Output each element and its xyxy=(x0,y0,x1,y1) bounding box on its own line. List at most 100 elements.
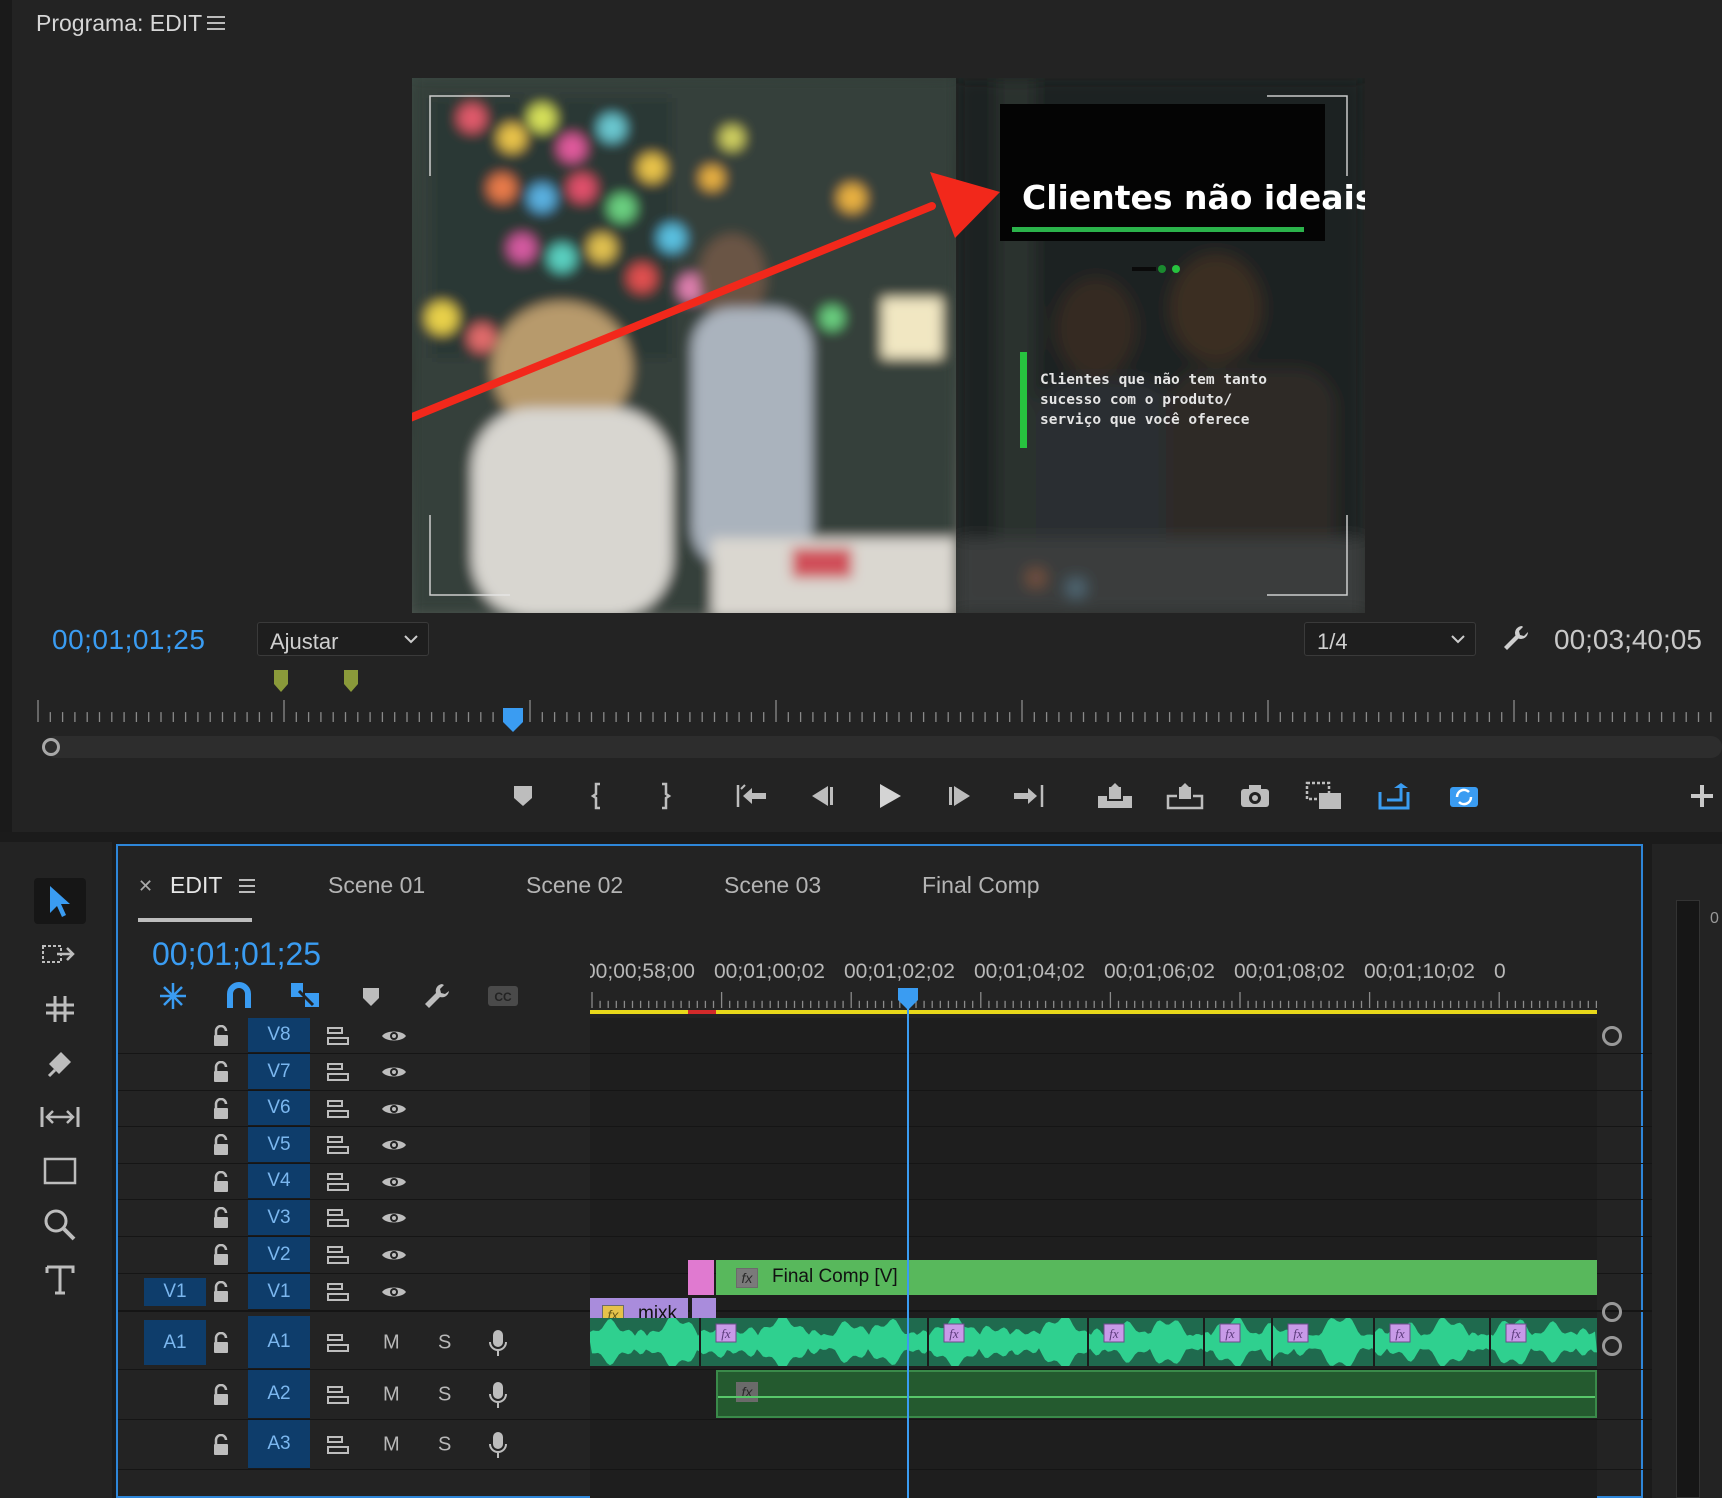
track-target-v7[interactable]: V7 xyxy=(248,1054,310,1090)
tab-scene-03[interactable]: Scene 03 xyxy=(724,872,821,899)
add-button-icon[interactable] xyxy=(1688,782,1716,810)
sync-lock-icon[interactable] xyxy=(326,1435,350,1455)
track-target-v2[interactable]: V2 xyxy=(248,1237,310,1273)
sync-lock-icon[interactable] xyxy=(326,1385,350,1405)
unlock-icon[interactable] xyxy=(212,1097,230,1120)
slip-tool[interactable] xyxy=(34,1094,86,1140)
mark-in-button[interactable] xyxy=(577,776,617,816)
solo-button[interactable]: S xyxy=(438,1383,451,1406)
track-target-v5[interactable]: V5 xyxy=(248,1127,310,1163)
selection-tool[interactable] xyxy=(34,878,86,924)
zoom-fit-dropdown[interactable]: Ajustar xyxy=(257,622,429,656)
clip-pink-v2[interactable] xyxy=(688,1260,714,1295)
zoom-tool[interactable] xyxy=(34,1202,86,1248)
type-tool[interactable] xyxy=(34,1256,86,1302)
tab-edit[interactable]: EDIT xyxy=(170,872,222,899)
video-preview[interactable]: Clientes não ideais Clientes que não tem… xyxy=(412,78,1365,613)
mute-button[interactable]: M xyxy=(383,1433,400,1456)
work-area-bar[interactable] xyxy=(590,1010,1597,1014)
eye-icon[interactable] xyxy=(380,1283,408,1301)
marker-icon[interactable] xyxy=(273,669,289,693)
track-target-a1[interactable]: A1 xyxy=(248,1316,310,1369)
snap-button[interactable] xyxy=(222,980,256,1012)
tab-final-comp[interactable]: Final Comp xyxy=(922,872,1040,899)
track-target-v1[interactable]: V1 xyxy=(248,1274,310,1310)
sync-lock-icon[interactable] xyxy=(326,1333,350,1353)
wrench-icon[interactable] xyxy=(1500,622,1532,654)
unlock-icon[interactable] xyxy=(212,1134,230,1156)
extract-button[interactable] xyxy=(1165,776,1205,816)
scroll-handle[interactable] xyxy=(1602,1302,1622,1322)
timeline-settings-button[interactable] xyxy=(420,980,454,1012)
unlock-icon[interactable] xyxy=(212,1383,230,1406)
track-target-v3[interactable]: V3 xyxy=(248,1200,310,1236)
go-to-in-button[interactable] xyxy=(732,776,772,816)
eye-icon[interactable] xyxy=(380,1209,408,1227)
panel-menu-icon[interactable] xyxy=(206,14,226,32)
tab-scene-02[interactable]: Scene 02 xyxy=(526,872,623,899)
sync-lock-icon[interactable] xyxy=(326,1135,350,1155)
unlock-icon[interactable] xyxy=(212,1433,230,1456)
mute-button[interactable]: M xyxy=(383,1331,400,1354)
clip-final-comp-video[interactable]: fx Final Comp [V] xyxy=(716,1260,1597,1295)
program-playhead-icon[interactable] xyxy=(501,706,525,736)
mute-button[interactable]: M xyxy=(383,1383,400,1406)
linked-selection-button[interactable] xyxy=(288,980,322,1012)
play-button[interactable] xyxy=(870,776,910,816)
unlock-icon[interactable] xyxy=(212,1170,230,1193)
step-back-button[interactable] xyxy=(802,776,842,816)
track-target-a3[interactable]: A3 xyxy=(248,1420,310,1469)
eye-icon[interactable] xyxy=(380,1136,408,1154)
unlock-icon[interactable] xyxy=(212,1281,230,1303)
unlock-icon[interactable] xyxy=(212,1207,230,1229)
eye-icon[interactable] xyxy=(380,1027,408,1045)
eye-icon[interactable] xyxy=(380,1246,408,1264)
captions-button[interactable]: CC xyxy=(486,980,520,1012)
unlock-icon[interactable] xyxy=(212,1331,230,1354)
zoom-scroll-bar[interactable] xyxy=(44,736,1722,758)
scroll-handle[interactable] xyxy=(1602,1336,1622,1356)
add-marker-button[interactable] xyxy=(503,776,543,816)
sync-lock-icon[interactable] xyxy=(326,1062,350,1082)
step-forward-button[interactable] xyxy=(940,776,980,816)
tab-menu-icon[interactable] xyxy=(238,878,256,894)
timeline-playhead-line[interactable] xyxy=(907,1006,909,1498)
nest-sequence-button[interactable] xyxy=(156,980,190,1012)
insert-button[interactable] xyxy=(1374,776,1414,816)
unlock-icon[interactable] xyxy=(212,1061,230,1083)
sync-lock-icon[interactable] xyxy=(326,1026,350,1046)
marker-icon[interactable] xyxy=(343,669,359,693)
sync-lock-icon[interactable] xyxy=(326,1172,350,1192)
source-patch-a1[interactable]: A1 xyxy=(144,1320,206,1365)
lift-button[interactable] xyxy=(1095,776,1135,816)
clip-audio-a2[interactable]: fx xyxy=(716,1370,1597,1418)
track-target-v8[interactable]: V8 xyxy=(248,1018,310,1053)
add-marker-timeline-button[interactable] xyxy=(354,980,388,1012)
track-select-tool[interactable] xyxy=(34,932,86,978)
track-target-v4[interactable]: V4 xyxy=(248,1164,310,1199)
sync-lock-icon[interactable] xyxy=(326,1208,350,1228)
eye-icon[interactable] xyxy=(380,1173,408,1191)
sync-lock-icon[interactable] xyxy=(326,1099,350,1119)
comparison-view-button[interactable] xyxy=(1304,776,1344,816)
go-to-out-button[interactable] xyxy=(1008,776,1048,816)
eye-icon[interactable] xyxy=(380,1100,408,1118)
timeline-timecode[interactable]: 00;01;01;25 xyxy=(152,936,321,973)
program-playhead-timecode[interactable]: 00;01;01;25 xyxy=(52,624,205,656)
microphone-icon[interactable] xyxy=(488,1381,508,1409)
overwrite-button[interactable] xyxy=(1444,776,1484,816)
unlock-icon[interactable] xyxy=(212,1244,230,1266)
microphone-icon[interactable] xyxy=(488,1431,508,1459)
microphone-icon[interactable] xyxy=(488,1329,508,1357)
mark-out-button[interactable] xyxy=(645,776,685,816)
eye-icon[interactable] xyxy=(380,1063,408,1081)
solo-button[interactable]: S xyxy=(438,1331,451,1354)
razor-tool[interactable] xyxy=(34,1040,86,1086)
playback-resolution-dropdown[interactable]: 1/4 xyxy=(1304,622,1476,656)
unlock-icon[interactable] xyxy=(212,1024,230,1047)
source-patch-v1[interactable]: V1 xyxy=(144,1278,206,1306)
timeline-ruler[interactable] xyxy=(590,992,1597,1010)
track-target-a2[interactable]: A2 xyxy=(248,1370,310,1419)
scroll-handle[interactable] xyxy=(1602,1026,1622,1046)
ripple-edit-tool[interactable] xyxy=(34,986,86,1032)
